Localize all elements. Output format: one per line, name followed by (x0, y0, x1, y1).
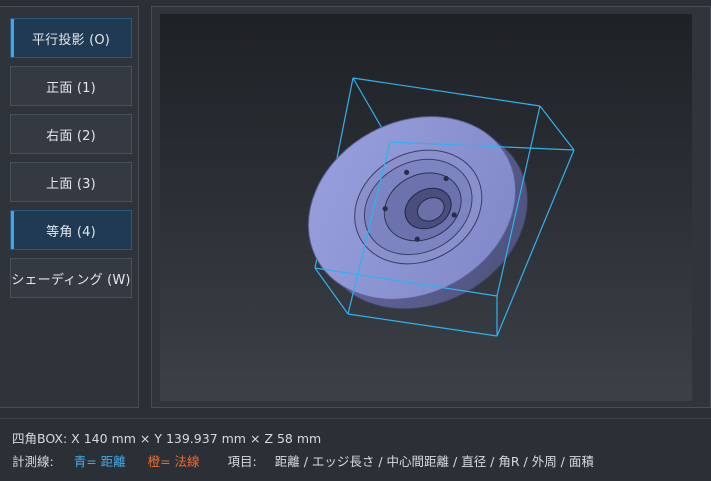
measurement-legend: 計測線: 青= 距離 橙= 法線 項目: 距離 / エッジ長さ / 中心間距離 … (12, 454, 594, 469)
right-view-button[interactable]: 右面 (2) (10, 114, 132, 154)
isometric-view-button[interactable]: 等角 (4) (10, 210, 132, 250)
model-render (307, 77, 575, 337)
legend-blue-distance: 青= 距離 (73, 454, 126, 469)
bounding-box-readout: 四角BOX: X 140 mm × Y 139.937 mm × Z 58 mm (12, 431, 322, 446)
shading-button[interactable]: シェーディング (W) (10, 258, 132, 298)
legend-orange-normal: 橙= 法線 (147, 454, 200, 469)
parallel-projection-button[interactable]: 平行投影 (O) (10, 18, 132, 58)
3d-viewport[interactable] (160, 14, 692, 401)
front-view-button[interactable]: 正面 (1) (10, 66, 132, 106)
top-view-button[interactable]: 上面 (3) (10, 162, 132, 202)
brake-disc-part (307, 116, 528, 310)
measure-items: 距離 / エッジ長さ / 中心間距離 / 直径 / 角R / 外周 / 面積 (274, 454, 594, 469)
